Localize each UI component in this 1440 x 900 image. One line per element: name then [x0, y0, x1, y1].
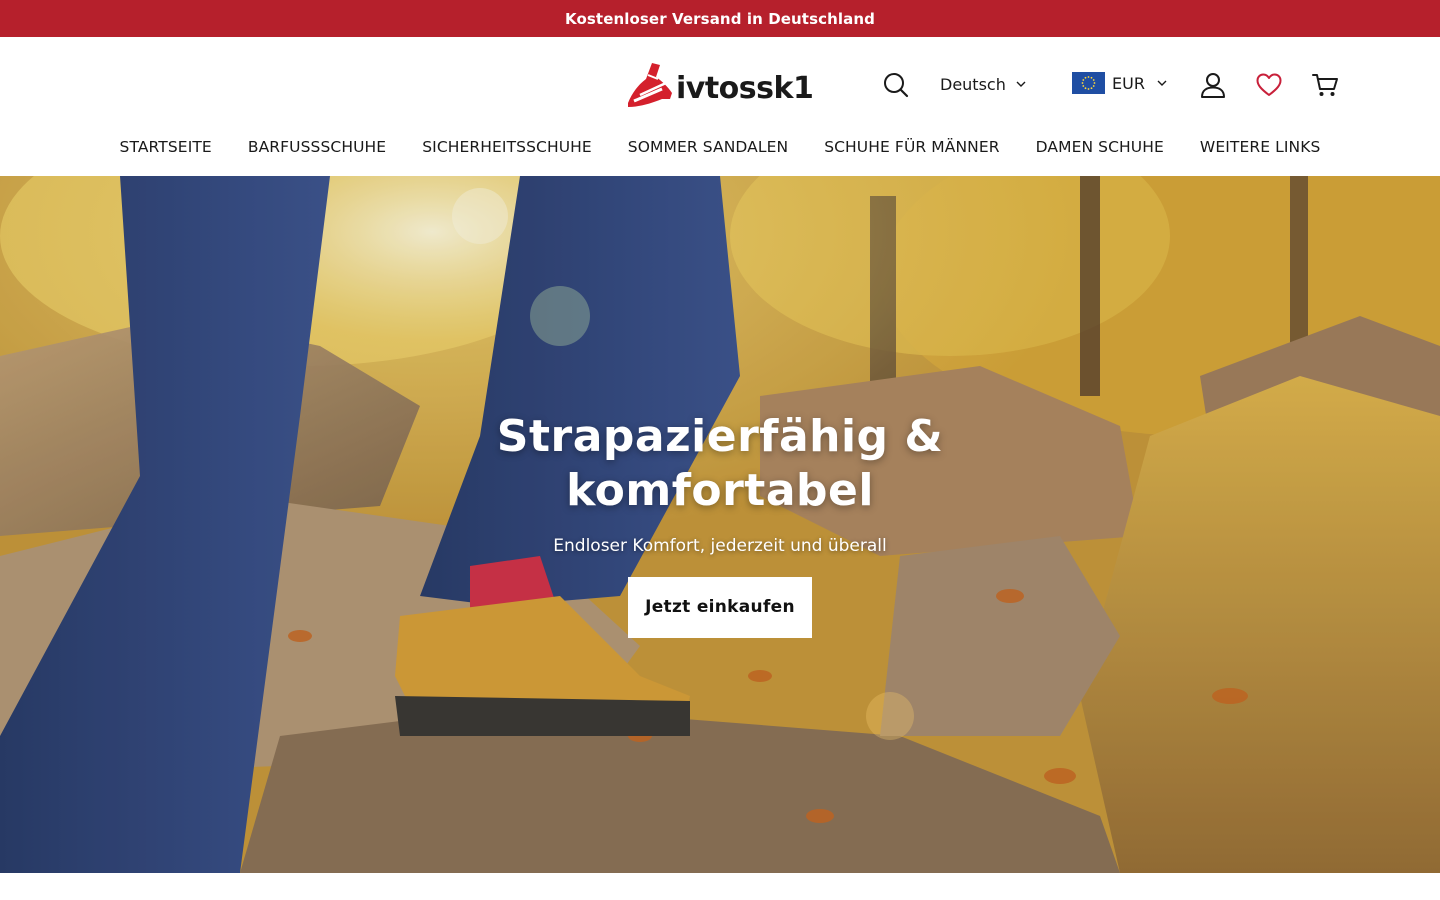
nav-item-damen-schuhe[interactable]: DAMEN SCHUHE: [1036, 138, 1164, 156]
announcement-text: Kostenloser Versand in Deutschland: [565, 9, 875, 28]
language-label: Deutsch: [940, 74, 1006, 94]
wishlist-button[interactable]: [1255, 72, 1283, 98]
nav-item-sicherheitsschuhe[interactable]: SICHERHEITSSCHUHE: [422, 138, 592, 156]
hero-banner: Strapazierfähig & komfortabel Endloser K…: [0, 176, 1440, 873]
currency-label: EUR: [1112, 73, 1145, 93]
heart-icon: [1256, 73, 1282, 96]
chevron-down-icon: [1016, 81, 1026, 87]
shop-now-button[interactable]: Jetzt einkaufen: [628, 577, 812, 638]
cart-button[interactable]: [1311, 71, 1339, 99]
nav-item-schuhe-fuer-maenner[interactable]: SCHUHE FÜR MÄNNER: [824, 138, 999, 156]
main-navigation: STARTSEITE BARFUSSSCHUHE SICHERHEITSSCHU…: [0, 133, 1440, 161]
announcement-bar: Kostenloser Versand in Deutschland: [0, 0, 1440, 37]
cart-icon: [1312, 74, 1338, 96]
nav-item-barfussschuhe[interactable]: BARFUSSSCHUHE: [248, 138, 386, 156]
nav-item-weitere-links[interactable]: WEITERE LINKS: [1200, 138, 1321, 156]
nav-item-sommer-sandalen[interactable]: SOMMER SANDALEN: [628, 138, 788, 156]
account-button[interactable]: [1200, 71, 1226, 99]
shoe-logo-icon: [628, 63, 672, 107]
store-logo[interactable]: ivtossk1: [622, 59, 814, 111]
user-icon: [1201, 73, 1225, 98]
hero-title: Strapazierfähig & komfortabel: [496, 411, 944, 516]
page-bottom-strip: [0, 873, 1440, 900]
search-icon: [884, 73, 909, 98]
logo-text: ivtossk1: [676, 70, 814, 106]
search-button[interactable]: [882, 71, 910, 99]
eu-flag-icon: [1072, 72, 1105, 94]
nav-item-startseite[interactable]: STARTSEITE: [120, 138, 212, 156]
chevron-down-icon: [1157, 80, 1167, 86]
language-selector[interactable]: Deutsch: [940, 73, 1026, 95]
hero-content: Strapazierfähig & komfortabel Endloser K…: [0, 410, 1440, 638]
site-header: ivtossk1 Deutsch EUR STARTSEITE BARFUSSS…: [0, 37, 1440, 176]
hero-subtitle: Endloser Komfort, jederzeit und überall: [553, 536, 887, 556]
currency-selector[interactable]: EUR: [1072, 72, 1167, 94]
